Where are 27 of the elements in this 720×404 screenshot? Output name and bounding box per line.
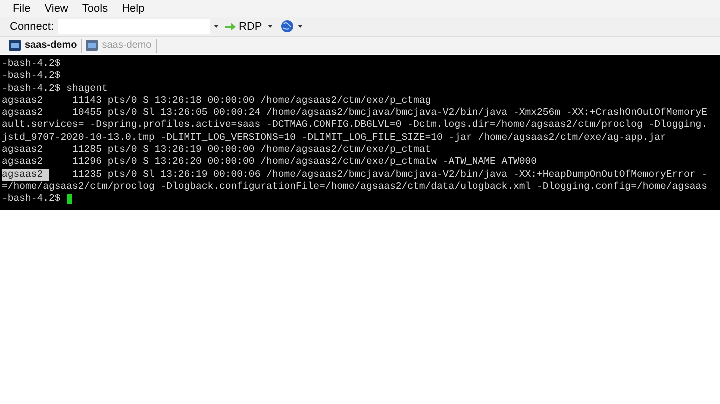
terminal-line: agsaas2 11296 pts/0 S 13:26:20 00:00:00 /home/agsaas2/ctm/exe/p_ctmatw -ATW_NAME ATW000 <box>2 156 537 169</box>
arrow-icon <box>225 22 236 30</box>
terminal-line: -bash-4.2$ <box>2 193 62 206</box>
terminal-line: jstd_9707-2020-10-13.0.tmp -DLIMIT_LOG_VERSIONS=10 -DLIMIT_LOG_FILE_SIZE=10 -jar /home/agsaas2/ctm/exe/ag-app.jar <box>2 132 666 144</box>
session-tab[interactable]: saas-demo <box>5 38 82 52</box>
terminal-line: -bash-4.2$ shagent <box>2 82 108 95</box>
dropdown-caret-icon[interactable] <box>214 25 220 28</box>
terminal-line: agsaas2 10455 pts/0 Sl 13:26:05 00:00:24 /home/agsaas2/bmcjava/bmcjava-V2/bin/java -Xmx256m -XX:+CrashOnOutOfMemoryE <box>2 107 708 120</box>
connect-label: Connect: <box>10 20 54 32</box>
menu-item[interactable]: View <box>38 2 76 14</box>
terminal-line: agsaas2 11285 pts/0 S 13:26:19 00:00:00 /home/agsaas2/ctm/exe/p_ctmat <box>2 144 432 156</box>
rdp-button[interactable]: RDP <box>223 20 264 32</box>
dropdown-caret-icon[interactable] <box>268 25 274 28</box>
terminal-line: =/home/agsaas2/ctm/proclog -Dlogback.configurationFile=/home/agsaas2/ctm/data/ulogback.xml -Dlogging.config=/home/agsaas <box>2 180 708 194</box>
menu-item[interactable]: Help <box>115 2 152 14</box>
monitor-icon <box>9 40 21 51</box>
dropdown-caret-icon[interactable] <box>298 25 304 28</box>
terminal-line: -bash-4.2$ <box>2 70 61 83</box>
terminal-line: agsaas2 11143 pts/0 S 13:26:18 00:00:00 /home/agsaas2/ctm/exe/p_ctmag <box>2 94 432 108</box>
menu-item[interactable]: Tools <box>75 2 116 14</box>
terminal-line: -bash-4.2$ <box>2 58 61 70</box>
terminal-line: ault.services= -Dspring.profiles.active=saas -DCTMAG.CONFIG.DBGLVL=0 -Dctm.logs.dir=/home/agsaas2/ctm/proclog -Dlogging. <box>2 119 708 132</box>
menu-item[interactable]: File <box>6 2 38 14</box>
terminal-line: 11235 pts/0 Sl 13:26:19 00:00:06 /home/agsaas2/bmcjava/bmcjava-V2/bin/java -XX:+HeapDumpOnOutOfMemoryError - <box>72 168 708 181</box>
selected-text: agsaas2 <box>2 168 50 181</box>
monitor-icon <box>86 40 98 51</box>
globe-icon[interactable] <box>281 20 294 33</box>
